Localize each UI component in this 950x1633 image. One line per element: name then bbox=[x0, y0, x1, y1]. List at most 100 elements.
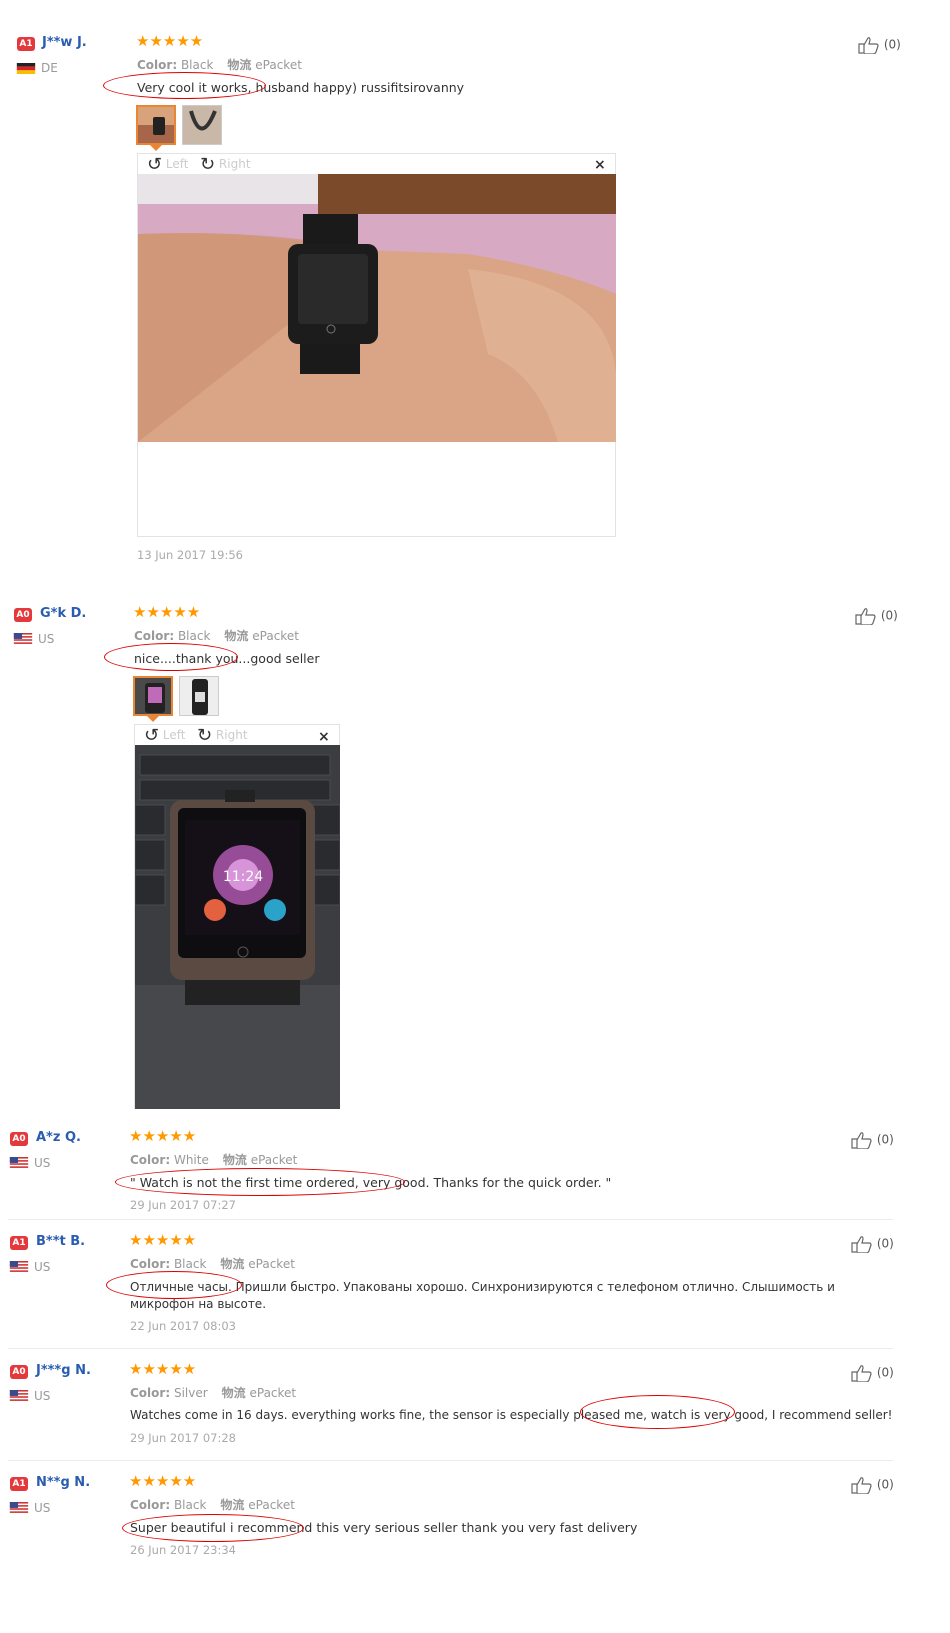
shipping-label: 物流 bbox=[227, 58, 252, 72]
reviewer-name[interactable]: G*k D. bbox=[40, 606, 86, 621]
rotate-left-button[interactable]: ↺ Left bbox=[144, 725, 186, 746]
reviewer-name[interactable]: A*z Q. bbox=[36, 1130, 81, 1145]
country-code: US bbox=[34, 1501, 51, 1515]
color-label: Color: bbox=[130, 1257, 171, 1271]
star-rating: ★★★★★ bbox=[129, 1360, 197, 1378]
review-photo-thumbnail-1[interactable] bbox=[136, 105, 176, 145]
review-divider bbox=[8, 1348, 893, 1349]
order-info: Color: Black 物流 ePacket bbox=[137, 56, 302, 73]
helpful-count: (0) bbox=[876, 1236, 894, 1251]
photo-thumbnail-image bbox=[183, 106, 221, 144]
country-code: US bbox=[34, 1156, 51, 1170]
rotate-right-icon: ↻ bbox=[200, 154, 216, 175]
rotate-right-label: Right bbox=[215, 728, 248, 742]
color-value: Silver bbox=[173, 1386, 208, 1400]
shipping-label: 物流 bbox=[221, 1386, 246, 1400]
review-divider bbox=[8, 1219, 893, 1220]
usa-flag-icon bbox=[13, 633, 33, 644]
usa-flag-icon bbox=[9, 1502, 29, 1513]
order-info: Color: White 物流 ePacket bbox=[130, 1151, 297, 1168]
review-date: 26 Jun 2017 23:34 bbox=[130, 1543, 236, 1557]
usa-flag-icon bbox=[9, 1390, 29, 1401]
shipping-value: ePacket bbox=[249, 1386, 297, 1400]
country-code: US bbox=[34, 1260, 51, 1274]
thumbs-up-icon bbox=[858, 36, 880, 54]
user-level-badge: A1 bbox=[17, 37, 35, 51]
helpful-count: (0) bbox=[876, 1132, 894, 1147]
rotate-right-button[interactable]: ↻ Right bbox=[197, 725, 248, 746]
rotate-right-icon: ↻ bbox=[197, 725, 213, 746]
helpful-button[interactable]: (0) bbox=[851, 1364, 894, 1382]
shipping-value: ePacket bbox=[248, 1498, 295, 1512]
rotate-left-button[interactable]: ↺ Left bbox=[147, 154, 189, 175]
color-value: White bbox=[173, 1153, 209, 1167]
helpful-button[interactable]: (0) bbox=[851, 1235, 894, 1253]
review-date: 13 Jun 2017 19:56 bbox=[137, 548, 243, 562]
user-level-badge: A1 bbox=[10, 1477, 28, 1491]
reviewer-name[interactable]: B**t B. bbox=[36, 1234, 85, 1249]
helpful-count: (0) bbox=[883, 37, 901, 52]
reviewer-name[interactable]: J**w J. bbox=[42, 35, 87, 50]
annotation-oval bbox=[122, 1514, 304, 1542]
review-photo-thumbnail-2[interactable] bbox=[179, 676, 219, 716]
shipping-label: 物流 bbox=[220, 1257, 245, 1271]
user-level-badge: A0 bbox=[10, 1365, 28, 1379]
user-level-badge: A0 bbox=[14, 608, 32, 622]
rotate-right-label: Right bbox=[218, 157, 251, 171]
germany-flag-icon bbox=[16, 63, 36, 74]
annotation-oval bbox=[106, 1271, 242, 1299]
color-value: Black bbox=[173, 1498, 207, 1512]
photo-thumbnail-image bbox=[138, 107, 174, 143]
helpful-button[interactable]: (0) bbox=[858, 36, 901, 54]
helpful-count: (0) bbox=[876, 1477, 894, 1492]
photo-thumbnail-image bbox=[135, 678, 171, 714]
helpful-button[interactable]: (0) bbox=[851, 1131, 894, 1149]
shipping-value: ePacket bbox=[250, 1153, 298, 1167]
annotation-oval bbox=[103, 72, 266, 99]
color-label: Color: bbox=[134, 629, 175, 643]
close-viewer-button[interactable]: × bbox=[594, 157, 606, 173]
usa-flag-icon bbox=[9, 1261, 29, 1272]
review-date: 29 Jun 2017 07:27 bbox=[130, 1198, 236, 1212]
review-date: 29 Jun 2017 07:28 bbox=[130, 1431, 236, 1445]
user-level-badge: A0 bbox=[10, 1132, 28, 1146]
color-label: Color: bbox=[130, 1498, 171, 1512]
reviewer-name[interactable]: N**g N. bbox=[36, 1475, 90, 1490]
thumbnail-selected-caret bbox=[150, 145, 162, 151]
rotate-right-button[interactable]: ↻ Right bbox=[200, 154, 251, 175]
rotate-left-label: Left bbox=[165, 157, 189, 171]
shipping-label: 物流 bbox=[222, 1153, 247, 1167]
review-divider bbox=[8, 1460, 893, 1461]
star-rating: ★★★★★ bbox=[129, 1231, 197, 1249]
helpful-count: (0) bbox=[880, 608, 898, 623]
thumbs-up-icon bbox=[855, 607, 877, 625]
color-label: Color: bbox=[137, 58, 178, 72]
review-photo-large: 11:24 bbox=[135, 745, 340, 1109]
review-date: 22 Jun 2017 08:03 bbox=[130, 1319, 236, 1333]
star-rating: ★★★★★ bbox=[129, 1127, 197, 1145]
helpful-button[interactable]: (0) bbox=[855, 607, 898, 625]
order-info: Color: Black 物流 ePacket bbox=[130, 1255, 295, 1272]
review-text: Watches come in 16 days. everything work… bbox=[130, 1408, 893, 1422]
annotation-oval bbox=[580, 1395, 735, 1429]
color-value: Black bbox=[173, 1257, 207, 1271]
color-value: Black bbox=[180, 58, 214, 72]
review-photo-thumbnail-2[interactable] bbox=[182, 105, 222, 145]
color-value: Black bbox=[177, 629, 211, 643]
order-info: Color: Black 物流 ePacket bbox=[134, 627, 299, 644]
order-info: Color: Black 物流 ePacket bbox=[130, 1496, 295, 1513]
helpful-button[interactable]: (0) bbox=[851, 1476, 894, 1494]
annotation-oval bbox=[104, 643, 238, 671]
helpful-count: (0) bbox=[876, 1365, 894, 1380]
photo-viewer: ↺ Left ↻ Right × bbox=[137, 153, 616, 537]
star-rating: ★★★★★ bbox=[136, 32, 204, 50]
color-label: Color: bbox=[130, 1153, 171, 1167]
close-viewer-button[interactable]: × bbox=[318, 729, 330, 745]
review-photo-thumbnail-1[interactable] bbox=[133, 676, 173, 716]
annotation-oval bbox=[115, 1168, 405, 1196]
reviewer-name[interactable]: J***g N. bbox=[36, 1363, 91, 1378]
star-rating: ★★★★★ bbox=[133, 603, 201, 621]
shipping-label: 物流 bbox=[224, 629, 249, 643]
photo-viewer: ↺ Left ↻ Right × bbox=[134, 724, 340, 1109]
rotate-left-icon: ↺ bbox=[144, 725, 160, 746]
